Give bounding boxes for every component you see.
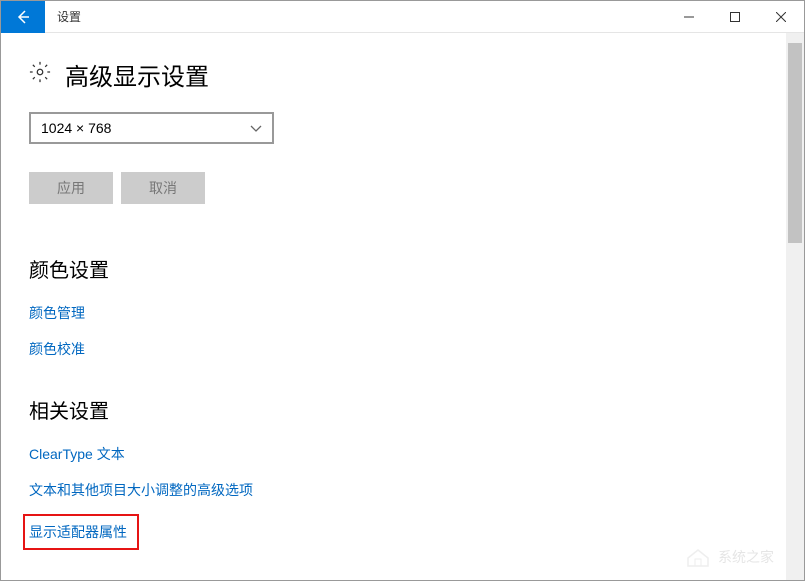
window-title: 设置 — [57, 8, 666, 25]
cancel-button[interactable]: 取消 — [121, 172, 205, 204]
close-button[interactable] — [758, 1, 804, 33]
back-button[interactable] — [1, 1, 45, 33]
titlebar: 设置 — [1, 1, 804, 33]
content-area: 高级显示设置 1024 × 768 应用 取消 颜色设置 颜色管理 颜色校准 相… — [1, 33, 786, 580]
chevron-down-icon — [250, 120, 262, 136]
scroll-thumb[interactable] — [788, 43, 802, 243]
related-section-header: 相关设置 — [29, 395, 758, 424]
button-row: 应用 取消 — [29, 172, 758, 204]
resolution-dropdown[interactable]: 1024 × 768 — [29, 112, 274, 144]
highlight-box: 显示适配器属性 — [23, 514, 139, 550]
page-title: 高级显示设置 — [65, 57, 209, 92]
color-management-link[interactable]: 颜色管理 — [29, 303, 758, 323]
display-adapter-link[interactable]: 显示适配器属性 — [29, 522, 127, 542]
vertical-scrollbar[interactable] — [786, 33, 804, 580]
page-header: 高级显示设置 — [29, 57, 758, 92]
minimize-button[interactable] — [666, 1, 712, 33]
window-controls — [666, 1, 804, 33]
related-settings-section: 相关设置 ClearType 文本 文本和其他项目大小调整的高级选项 显示适配器… — [29, 395, 758, 550]
content-wrapper: 高级显示设置 1024 × 768 应用 取消 颜色设置 颜色管理 颜色校准 相… — [1, 33, 804, 580]
close-icon — [776, 12, 786, 22]
text-scaling-link[interactable]: 文本和其他项目大小调整的高级选项 — [29, 480, 758, 500]
maximize-button[interactable] — [712, 1, 758, 33]
cleartype-link[interactable]: ClearType 文本 — [29, 444, 758, 464]
color-calibration-link[interactable]: 颜色校准 — [29, 339, 758, 359]
color-settings-section: 颜色设置 颜色管理 颜色校准 — [29, 254, 758, 359]
color-section-header: 颜色设置 — [29, 254, 758, 283]
apply-button[interactable]: 应用 — [29, 172, 113, 204]
resolution-value: 1024 × 768 — [41, 120, 111, 136]
gear-icon — [29, 61, 51, 88]
minimize-icon — [684, 12, 694, 22]
arrow-left-icon — [15, 9, 31, 25]
maximize-icon — [730, 12, 740, 22]
